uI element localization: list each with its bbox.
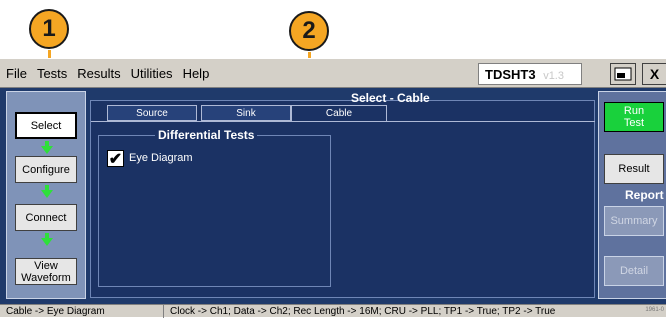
select-button[interactable]: Select bbox=[15, 112, 77, 139]
tab-cable[interactable]: Cable bbox=[291, 105, 387, 121]
menu-results[interactable]: Results bbox=[77, 66, 120, 81]
view-waveform-button[interactable]: View Waveform bbox=[15, 258, 77, 285]
flow-arrowhead-2 bbox=[41, 190, 53, 198]
app-version: v1.3 bbox=[543, 70, 564, 82]
flow-arrowhead-1 bbox=[41, 146, 53, 154]
check-icon: ✔ bbox=[108, 150, 123, 168]
eye-diagram-checkbox[interactable]: ✔ bbox=[107, 150, 124, 168]
content-area: Select - Cable Source Sink Cable Differe… bbox=[90, 91, 595, 298]
main-panel: Select Configure Connect View Waveform S… bbox=[0, 88, 666, 304]
run-test-button[interactable]: Run Test bbox=[604, 102, 664, 132]
action-panel: Run Test Result Report Summary Detail bbox=[598, 91, 666, 299]
menu-bar: File Tests Results Utilities Help TDSHT3… bbox=[0, 58, 666, 88]
minimize-icon bbox=[614, 67, 632, 81]
menu-utilities[interactable]: Utilities bbox=[131, 66, 173, 81]
result-button[interactable]: Result bbox=[604, 154, 664, 184]
callout-2: 2 bbox=[289, 11, 329, 51]
figure-id: 1961-0 bbox=[645, 307, 664, 313]
differential-tests-group: Differential Tests ✔ Eye Diagram bbox=[98, 128, 331, 287]
eye-diagram-label: Eye Diagram bbox=[129, 152, 193, 164]
close-icon: X bbox=[649, 66, 660, 82]
menu-help[interactable]: Help bbox=[183, 66, 210, 81]
detail-button[interactable]: Detail bbox=[604, 256, 664, 286]
app-name: TDSHT3 bbox=[485, 67, 536, 82]
connect-button[interactable]: Connect bbox=[15, 204, 77, 231]
menu-file[interactable]: File bbox=[6, 66, 27, 81]
callout-1: 1 bbox=[29, 9, 69, 49]
status-bar: Cable -> Eye Diagram Clock -> Ch1; Data … bbox=[0, 304, 666, 318]
summary-button[interactable]: Summary bbox=[604, 206, 664, 236]
tab-sink[interactable]: Sink bbox=[201, 105, 291, 121]
group-title: Differential Tests bbox=[155, 128, 258, 142]
workflow-nav: Select Configure Connect View Waveform bbox=[6, 91, 86, 299]
status-selection: Cable -> Eye Diagram bbox=[0, 304, 164, 318]
flow-arrowhead-3 bbox=[41, 238, 53, 246]
tab-source[interactable]: Source bbox=[107, 105, 197, 121]
minimize-button[interactable] bbox=[610, 63, 636, 85]
configure-button[interactable]: Configure bbox=[15, 156, 77, 183]
tab-divider bbox=[91, 121, 595, 122]
menu-tests[interactable]: Tests bbox=[37, 66, 67, 81]
close-button[interactable]: X bbox=[642, 63, 666, 85]
page-title: Select - Cable bbox=[351, 91, 430, 105]
app-title: TDSHT3 v1.3 bbox=[478, 63, 582, 85]
status-config: Clock -> Ch1; Data -> Ch2; Rec Length ->… bbox=[170, 305, 556, 317]
report-label: Report bbox=[625, 188, 664, 202]
